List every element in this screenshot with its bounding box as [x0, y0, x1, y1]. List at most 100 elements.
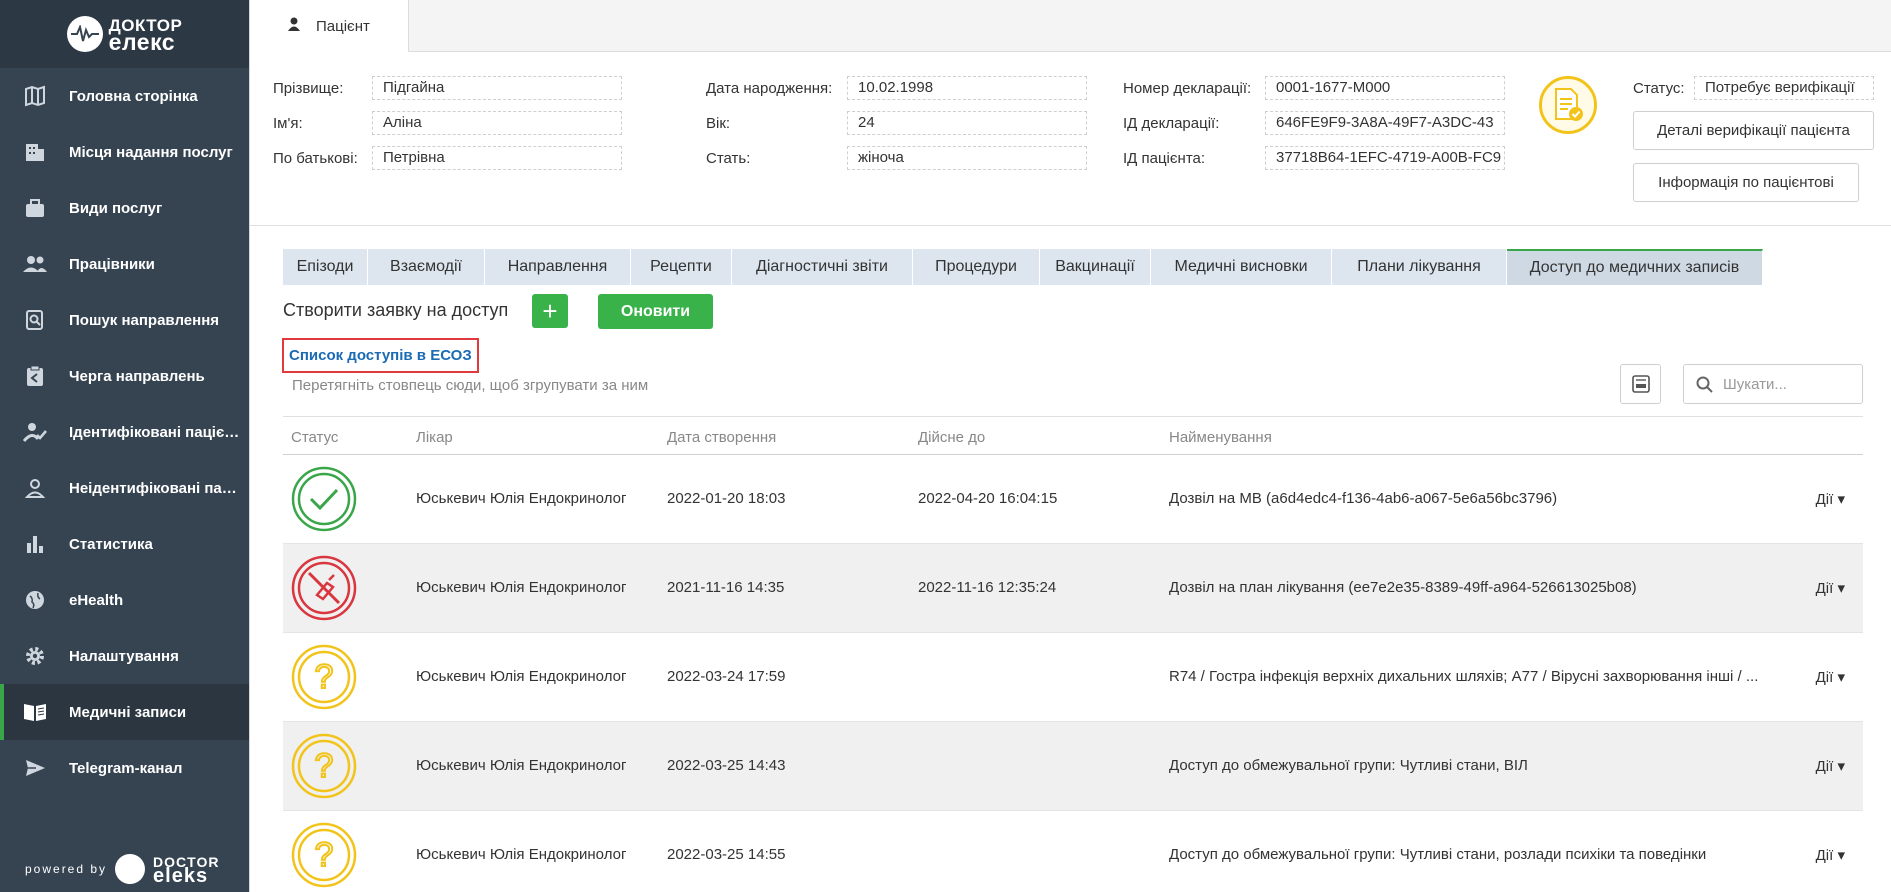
header-tabbar: Пацієнт: [250, 0, 1891, 52]
name-cell: Доступ до обмежувальної групи: Чутливі с…: [1169, 757, 1528, 774]
tab-medical-conclusions[interactable]: Медичні висновки: [1151, 249, 1332, 285]
valid-until-cell: 2022-11-16 12:35:24: [918, 579, 1057, 596]
column-header-status[interactable]: Статус: [291, 429, 338, 446]
patronymic-field: Петрівна: [372, 146, 622, 170]
sidebar-item-label: Налаштування: [69, 647, 179, 665]
pending-question-icon: ?: [291, 733, 357, 799]
sidebar-item-ehealth[interactable]: eHealth: [0, 572, 249, 628]
bar-chart-icon: [22, 531, 48, 557]
sidebar-item-unidentified-patients[interactable]: Неідентифіковані пацієнти: [0, 460, 249, 516]
name-field: Аліна: [372, 111, 622, 135]
surname-label: Прізвище:: [273, 80, 344, 97]
row-actions-dropdown[interactable]: Дії ▾: [1816, 579, 1845, 597]
tab-treatment-plans[interactable]: Плани лікування: [1332, 249, 1507, 285]
created-cell: 2022-01-20 18:03: [667, 490, 786, 507]
caret-down-icon: ▾: [1837, 669, 1845, 686]
tab-patient[interactable]: Пацієнт: [250, 0, 409, 52]
tab-medical-records-access[interactable]: Доступ до медичних записів: [1507, 249, 1763, 285]
dob-field: 10.02.1998: [847, 76, 1087, 100]
ecoz-access-list-link[interactable]: Список доступів в ЕСОЗ: [282, 338, 479, 373]
search-input[interactable]: [1723, 375, 1853, 393]
app-logo[interactable]: ДОКТОР елекс: [0, 0, 249, 68]
table-row[interactable]: ? Юськевич Юлія Ендокринолог 2022-03-25 …: [283, 722, 1863, 811]
sidebar-item-label: Види послуг: [69, 199, 163, 217]
book-icon: [22, 699, 48, 725]
sidebar-item-employees[interactable]: Працівники: [0, 236, 249, 292]
column-header-valid-until[interactable]: Дійсне до: [918, 429, 985, 446]
verification-details-button[interactable]: Деталі верифікації пацієнта: [1633, 111, 1874, 150]
tab-diagnostic-reports[interactable]: Діагностичні звіти: [732, 249, 913, 285]
patronymic-label: По батькові:: [273, 150, 358, 167]
doctor-eleks-logo-icon: [115, 854, 146, 884]
table-row[interactable]: ? Юськевич Юлія Ендокринолог 2022-03-25 …: [283, 811, 1863, 892]
sidebar-item-service-locations[interactable]: Місця надання послуг: [0, 124, 249, 180]
sidebar: ДОКТОР елекс Головна сторінка Місця нада…: [0, 0, 249, 892]
declaration-id-field: 646FE9F9-3A8A-49F7-A3DC-43: [1265, 111, 1505, 135]
sidebar-item-referral-queue[interactable]: Черга направлень: [0, 348, 249, 404]
sidebar-item-label: Telegram-канал: [69, 759, 183, 777]
pending-question-icon: ?: [291, 822, 357, 888]
column-header-created[interactable]: Дата створення: [667, 429, 776, 446]
svg-text:?: ?: [315, 658, 334, 696]
column-header-name[interactable]: Найменування: [1169, 429, 1272, 446]
sidebar-item-home[interactable]: Головна сторінка: [0, 68, 249, 124]
sidebar-item-label: Черга направлень: [69, 367, 205, 385]
age-field: 24: [847, 111, 1087, 135]
row-actions-dropdown[interactable]: Дії ▾: [1816, 490, 1845, 508]
sidebar-item-identified-patients[interactable]: Ідентифіковані пацієнти: [0, 404, 249, 460]
sidebar-item-medical-records[interactable]: Медичні записи: [0, 684, 249, 740]
sidebar-item-referral-search[interactable]: Пошук направлення: [0, 292, 249, 348]
refresh-button[interactable]: Оновити: [598, 294, 713, 329]
age-label: Вік:: [706, 115, 731, 132]
actions-label: Дії: [1815, 580, 1834, 597]
tab-episodes[interactable]: Епізоди: [283, 249, 368, 285]
sidebar-item-statistics[interactable]: Статистика: [0, 516, 249, 572]
name-cell: R74 / Гостра інфекція верхніх дихальних …: [1169, 668, 1759, 685]
actions-label: Дії: [1815, 847, 1834, 864]
sidebar-item-telegram[interactable]: Telegram-канал: [0, 740, 249, 796]
tab-prescriptions[interactable]: Рецепти: [631, 249, 732, 285]
row-actions-dropdown[interactable]: Дії ▾: [1816, 668, 1845, 686]
revoked-plug-icon: [291, 555, 357, 621]
caret-down-icon: ▾: [1837, 491, 1845, 508]
name-cell: Дозвіл на план лікування (ee7e2e35-8389-…: [1169, 579, 1637, 596]
sidebar-item-settings[interactable]: Налаштування: [0, 628, 249, 684]
row-actions-dropdown[interactable]: Дії ▾: [1816, 846, 1845, 864]
patient-info-button[interactable]: Інформація по пацієнтові: [1633, 163, 1859, 202]
search-box[interactable]: [1683, 364, 1863, 404]
search-document-icon: [22, 307, 48, 333]
table-row[interactable]: ? Юськевич Юлія Ендокринолог 2022-03-24 …: [283, 633, 1863, 722]
sidebar-item-service-types[interactable]: Види послуг: [0, 180, 249, 236]
row-actions-dropdown[interactable]: Дії ▾: [1816, 757, 1845, 775]
surname-field: Підгайна: [372, 76, 622, 100]
table-row[interactable]: Юськевич Юлія Ендокринолог 2021-11-16 14…: [283, 544, 1863, 633]
sidebar-item-label: Головна сторінка: [69, 87, 198, 105]
search-icon: [1696, 376, 1713, 393]
logo-mark-icon: [66, 16, 103, 52]
caret-down-icon: ▾: [1837, 758, 1845, 775]
sidebar-item-label: Місця надання послуг: [69, 143, 233, 161]
export-xlsx-button[interactable]: [1620, 364, 1661, 404]
tab-vaccinations[interactable]: Вакцинації: [1040, 249, 1151, 285]
tab-referrals[interactable]: Направлення: [485, 249, 631, 285]
send-icon: [22, 755, 48, 781]
globe-icon: [22, 587, 48, 613]
sidebar-item-label: Неідентифіковані пацієнти: [69, 479, 244, 497]
declaration-number-field: 0001-1677-M000: [1265, 76, 1505, 100]
name-cell: Доступ до обмежувальної групи: Чутливі с…: [1169, 846, 1707, 863]
create-access-request-label: Створити заявку на доступ: [283, 300, 509, 320]
add-request-button[interactable]: +: [532, 294, 568, 328]
caret-down-icon: ▾: [1837, 580, 1845, 597]
logo-text-line2: елекс: [108, 29, 176, 55]
records-tabs: Епізоди Взаємодії Направлення Рецепти Ді…: [283, 249, 1763, 285]
tab-interactions[interactable]: Взаємодії: [368, 249, 485, 285]
tab-procedures[interactable]: Процедури: [913, 249, 1040, 285]
column-header-doctor[interactable]: Лікар: [416, 429, 453, 446]
gear-icon: [22, 643, 48, 669]
created-cell: 2021-11-16 14:35: [667, 579, 785, 596]
group-by-hint[interactable]: Перетягніть стовпець сюди, щоб згрупуват…: [292, 377, 648, 394]
status-label: Статус:: [1633, 80, 1685, 97]
caret-down-icon: ▾: [1837, 847, 1845, 864]
sidebar-item-label: Медичні записи: [69, 703, 187, 721]
table-row[interactable]: Юськевич Юлія Ендокринолог 2022-01-20 18…: [283, 455, 1863, 544]
